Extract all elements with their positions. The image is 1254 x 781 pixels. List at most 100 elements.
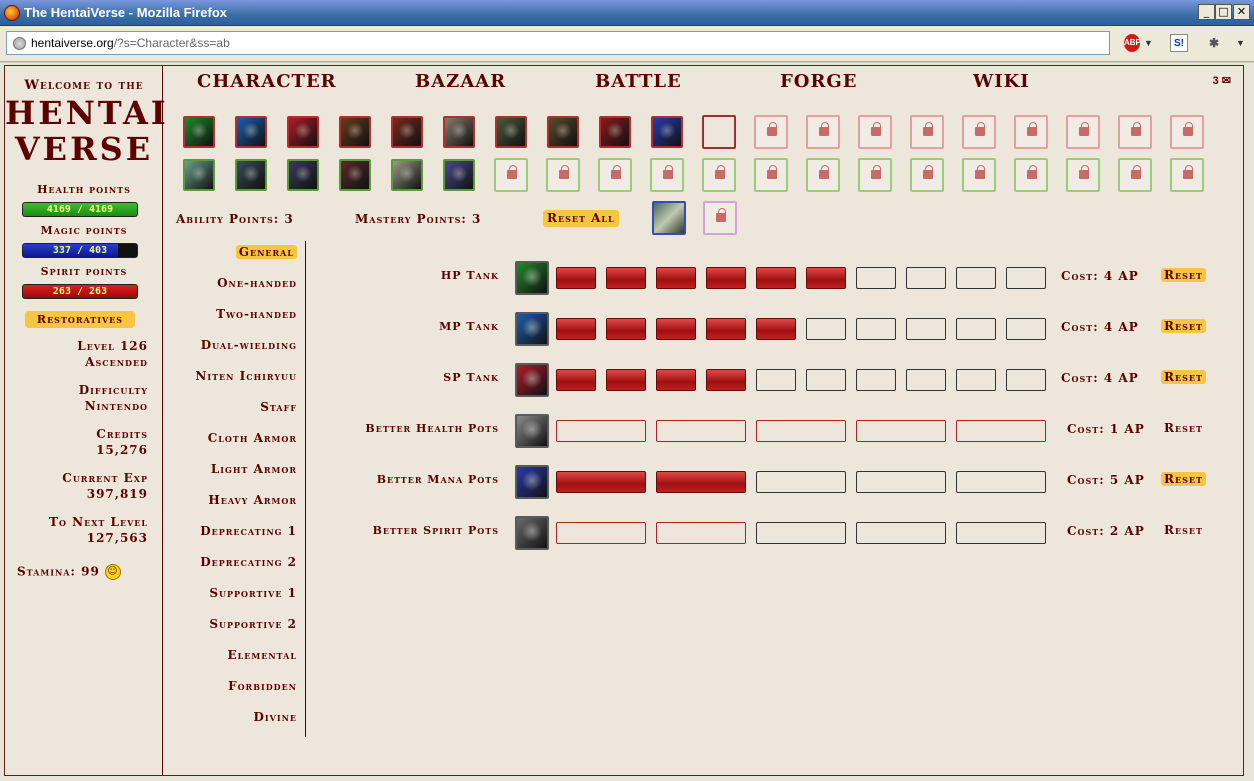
locked-ability-slot[interactable]: [962, 158, 996, 192]
locked-ability-slot[interactable]: [858, 158, 892, 192]
ability-slot[interactable]: [235, 116, 267, 148]
locked-ability-slot[interactable]: [1118, 115, 1152, 149]
level-pip-empty[interactable]: [956, 471, 1046, 493]
level-pip-empty[interactable]: [956, 369, 996, 391]
ability-slot[interactable]: [183, 116, 215, 148]
category-one-handed[interactable]: One-handed: [217, 276, 297, 290]
locked-ability-slot[interactable]: [806, 115, 840, 149]
locked-ability-slot[interactable]: [598, 158, 632, 192]
category-supportive-2[interactable]: Supportive 2: [209, 617, 297, 631]
locked-ability-slot[interactable]: [1118, 158, 1152, 192]
level-pip-empty[interactable]: [856, 522, 946, 544]
locked-mastery-slot[interactable]: [703, 201, 737, 235]
locked-ability-slot[interactable]: [806, 158, 840, 192]
category-heavy-armor[interactable]: Heavy Armor: [208, 493, 297, 507]
category-deprecating-1[interactable]: Deprecating 1: [200, 524, 297, 538]
category-two-handed[interactable]: Two-handed: [216, 307, 297, 321]
ability-slot[interactable]: [651, 116, 683, 148]
logo-line2[interactable]: VERSE: [5, 130, 163, 168]
maximize-button[interactable]: □: [1215, 4, 1232, 20]
level-pip-filled[interactable]: [656, 471, 746, 493]
training-reset-button[interactable]: Reset: [1161, 523, 1206, 537]
training-reset-button[interactable]: Reset: [1161, 370, 1206, 384]
category-cloth-armor[interactable]: Cloth Armor: [208, 431, 297, 445]
level-pip-filled[interactable]: [656, 369, 696, 391]
reset-all-button[interactable]: Reset All: [543, 210, 619, 227]
level-pip-empty[interactable]: [856, 267, 896, 289]
locked-ability-slot[interactable]: [754, 115, 788, 149]
level-pip-empty[interactable]: [906, 369, 946, 391]
minimize-button[interactable]: _: [1198, 4, 1215, 20]
level-pip-empty[interactable]: [556, 420, 646, 442]
scrollbar[interactable]: [1244, 63, 1254, 781]
level-pip-filled[interactable]: [556, 471, 646, 493]
level-pip-filled[interactable]: [756, 267, 796, 289]
url-bar[interactable]: hentaiverse.org/?s=Character&ss=ab: [6, 31, 1110, 55]
ability-slot[interactable]: [391, 116, 423, 148]
level-pip-empty[interactable]: [556, 522, 646, 544]
level-pip-empty[interactable]: [1006, 267, 1046, 289]
category-dual-wielding[interactable]: Dual-wielding: [201, 338, 297, 352]
training-icon[interactable]: [515, 261, 549, 295]
locked-ability-slot[interactable]: [962, 115, 996, 149]
ability-slot[interactable]: [443, 159, 475, 191]
ability-slot[interactable]: [235, 159, 267, 191]
category-light-armor[interactable]: Light Armor: [211, 462, 297, 476]
category-general[interactable]: General: [235, 245, 297, 259]
locked-ability-slot[interactable]: [494, 158, 528, 192]
level-pip-empty[interactable]: [756, 522, 846, 544]
ability-slot[interactable]: [599, 116, 631, 148]
locked-ability-slot[interactable]: [858, 115, 892, 149]
menu-battle[interactable]: BATTLE: [595, 71, 682, 92]
locked-ability-slot[interactable]: [650, 158, 684, 192]
level-pip-empty[interactable]: [956, 420, 1046, 442]
level-pip-filled[interactable]: [606, 369, 646, 391]
equipped-ability-slot[interactable]: [652, 201, 686, 235]
si-icon[interactable]: S!: [1170, 34, 1188, 52]
level-pip-empty[interactable]: [1006, 369, 1046, 391]
level-pip-filled[interactable]: [606, 318, 646, 340]
level-pip-filled[interactable]: [556, 318, 596, 340]
level-pip-empty[interactable]: [856, 369, 896, 391]
monkey-icon[interactable]: ✱: [1206, 34, 1222, 52]
locked-ability-slot[interactable]: [754, 158, 788, 192]
locked-ability-slot[interactable]: [1170, 158, 1204, 192]
level-pip-empty[interactable]: [756, 369, 796, 391]
level-pip-empty[interactable]: [906, 318, 946, 340]
ability-slot[interactable]: [339, 116, 371, 148]
restoratives-button[interactable]: Restoratives: [25, 311, 135, 328]
level-pip-empty[interactable]: [956, 522, 1046, 544]
training-icon[interactable]: [515, 465, 549, 499]
level-pip-filled[interactable]: [706, 318, 746, 340]
level-pip-empty[interactable]: [656, 522, 746, 544]
ability-slot[interactable]: [443, 116, 475, 148]
category-deprecating-2[interactable]: Deprecating 2: [200, 555, 297, 569]
level-pip-filled[interactable]: [556, 369, 596, 391]
training-reset-button[interactable]: Reset: [1161, 268, 1206, 282]
level-pip-filled[interactable]: [756, 318, 796, 340]
chevron-down-icon[interactable]: ▼: [1236, 34, 1245, 52]
level-pip-empty[interactable]: [856, 318, 896, 340]
adblock-icon[interactable]: ABP: [1124, 34, 1141, 52]
category-supportive-1[interactable]: Supportive 1: [209, 586, 297, 600]
ability-slot[interactable]: [391, 159, 423, 191]
locked-ability-slot[interactable]: [546, 158, 580, 192]
locked-ability-slot[interactable]: [1014, 158, 1048, 192]
category-staff[interactable]: Staff: [260, 400, 297, 414]
menu-forge[interactable]: FORGE: [780, 71, 858, 92]
level-pip-filled[interactable]: [606, 267, 646, 289]
training-reset-button[interactable]: Reset: [1161, 472, 1206, 486]
mail-indicator[interactable]: 3 ✉: [1213, 74, 1231, 87]
level-pip-empty[interactable]: [906, 267, 946, 289]
close-button[interactable]: ✕: [1233, 4, 1250, 20]
ability-slot[interactable]: [287, 159, 319, 191]
level-pip-filled[interactable]: [706, 369, 746, 391]
level-pip-empty[interactable]: [1006, 318, 1046, 340]
level-pip-filled[interactable]: [806, 267, 846, 289]
locked-ability-slot[interactable]: [1066, 115, 1100, 149]
menu-character[interactable]: CHARACTER: [197, 71, 337, 92]
training-reset-button[interactable]: Reset: [1161, 421, 1206, 435]
level-pip-empty[interactable]: [806, 369, 846, 391]
category-forbidden[interactable]: Forbidden: [228, 679, 297, 693]
category-niten-ichiryuu[interactable]: Niten Ichiryuu: [195, 369, 297, 383]
